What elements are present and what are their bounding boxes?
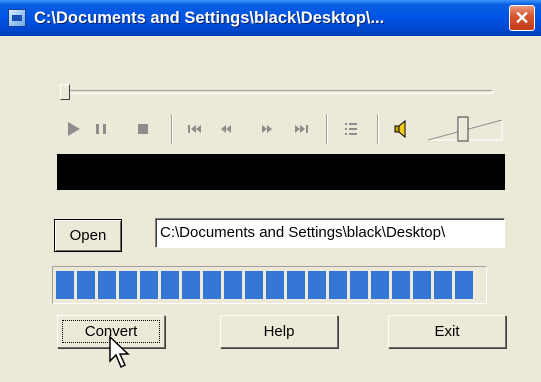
help-button[interactable]: Help [220,315,338,348]
title-bar[interactable]: C:\Documents and Settings\black\Desktop\… [0,0,541,36]
progress-segment [308,271,326,299]
fast-forward-button[interactable] [256,118,278,140]
progress-segment [455,271,473,299]
file-path-field[interactable]: C:\Documents and Settings\black\Desktop\ [155,218,505,248]
volume-slider[interactable] [426,114,506,144]
skip-back-button[interactable] [184,118,206,140]
progress-segment [392,271,410,299]
progress-segment [371,271,389,299]
app-window: C:\Documents and Settings\black\Desktop\… [0,0,541,382]
rewind-icon [221,125,231,133]
progress-segment [245,271,263,299]
exit-button-label: Exit [434,323,460,340]
speaker-icon [394,119,406,139]
progress-bar [52,266,487,304]
skip-forward-button[interactable] [290,118,312,140]
seek-slider-track[interactable] [60,90,493,94]
progress-segment [56,271,74,299]
open-button-label: Open [69,227,107,244]
progress-segment [287,271,305,299]
stop-icon [138,124,148,134]
progress-segment [182,271,200,299]
skip-forward-icon [295,125,308,133]
close-icon: ✕ [514,8,530,28]
progress-segment [434,271,452,299]
pause-icon [96,124,106,134]
progress-fill [56,271,473,299]
progress-segment [224,271,242,299]
progress-segment [203,271,221,299]
play-button[interactable] [62,118,84,140]
stop-button[interactable] [132,118,154,140]
skip-back-icon [188,125,201,133]
toolbar-separator [377,114,379,144]
help-button-label: Help [263,323,295,340]
mute-button[interactable] [392,118,414,140]
progress-segment [266,271,284,299]
fast-forward-icon [262,125,272,133]
window-title: C:\Documents and Settings\black\Desktop\… [34,9,385,27]
video-display [57,154,505,190]
seek-slider-thumb[interactable] [60,84,70,100]
progress-segment [77,271,95,299]
playlist-icon [345,123,357,135]
progress-segment [413,271,431,299]
progress-segment [350,271,368,299]
exit-button[interactable]: Exit [388,315,506,348]
toolbar-separator [171,114,173,144]
progress-segment [98,271,116,299]
progress-segment [119,271,137,299]
open-button[interactable]: Open [54,219,122,252]
progress-segment [329,271,347,299]
close-button[interactable]: ✕ [509,5,535,31]
play-icon [68,122,80,136]
progress-segment [161,271,179,299]
progress-segment [140,271,158,299]
toolbar-separator [326,114,328,144]
app-icon [8,9,26,27]
volume-thumb[interactable] [457,116,469,142]
rewind-button[interactable] [215,118,237,140]
mouse-cursor-icon [109,335,130,369]
playlist-button[interactable] [340,118,362,140]
pause-button[interactable] [90,118,112,140]
